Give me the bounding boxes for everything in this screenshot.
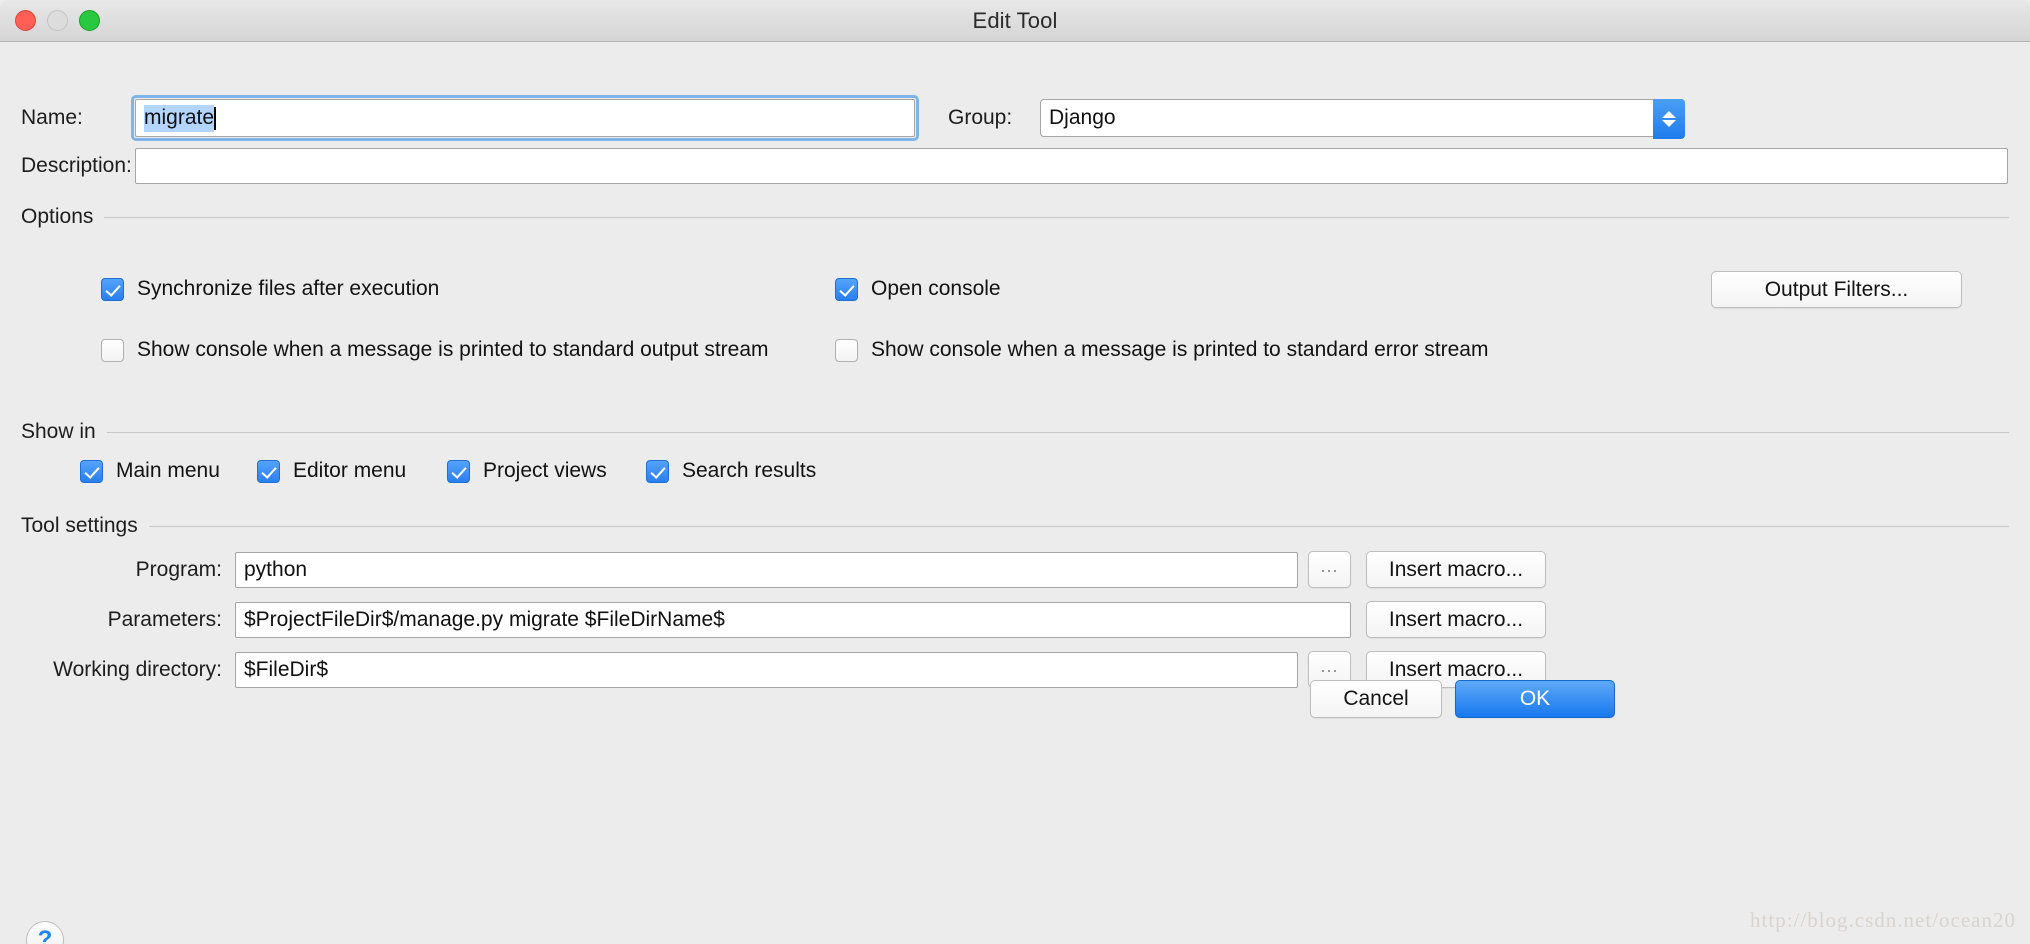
checkbox-box[interactable] (646, 459, 669, 483)
checkbox-label: Show console when a message is printed t… (137, 338, 769, 361)
checkbox-label: Synchronize files after execution (137, 277, 440, 300)
program-input[interactable]: python (235, 551, 1298, 588)
checkbox-main-menu[interactable]: Main menu (80, 459, 220, 483)
maximize-window-button[interactable] (79, 10, 100, 31)
name-input-wrapper: migrate (131, 95, 919, 141)
checkbox-box[interactable] (257, 459, 280, 483)
text-caret (214, 106, 217, 130)
working-directory-label: Working directory: (53, 657, 222, 681)
options-section-divider (104, 216, 2009, 218)
description-row: Description: (0, 148, 2030, 184)
checkbox-box[interactable] (101, 277, 124, 301)
checkbox-label: Editor menu (293, 459, 407, 482)
checkbox-editor-menu[interactable]: Editor menu (257, 459, 406, 483)
checkbox-box[interactable] (835, 338, 858, 362)
description-input[interactable] (135, 148, 2008, 184)
checkbox-box[interactable] (80, 459, 103, 483)
checkbox-search-results[interactable]: Search results (646, 459, 816, 483)
help-button[interactable]: ? (26, 921, 64, 944)
output-filters-button[interactable]: Output Filters... (1711, 271, 1962, 308)
checkbox-show-console-stdout[interactable]: Show console when a message is printed t… (101, 338, 769, 362)
tool-settings-section-divider (148, 525, 2009, 527)
checkbox-box[interactable] (101, 338, 124, 362)
group-stepper-icon[interactable] (1653, 99, 1685, 139)
checkbox-label: Open console (871, 277, 1001, 300)
checkbox-label: Search results (682, 459, 817, 482)
options-section-header: Options (21, 205, 2009, 229)
chevron-down-icon (1662, 120, 1676, 127)
show-in-section-header: Show in (21, 420, 2009, 444)
cancel-button[interactable]: Cancel (1310, 680, 1442, 718)
checkbox-open-console[interactable]: Open console (835, 277, 1001, 301)
show-in-section-divider (106, 431, 2009, 433)
parameters-label: Parameters: (107, 607, 222, 631)
checkbox-label: Project views (483, 459, 607, 482)
checkbox-label: Show console when a message is printed t… (871, 338, 1489, 361)
group-combobox[interactable]: Django (1040, 99, 1685, 139)
window-controls (15, 10, 100, 31)
ok-button[interactable]: OK (1455, 680, 1615, 718)
minimize-window-button[interactable] (47, 10, 68, 31)
name-input[interactable]: migrate (135, 99, 915, 137)
tool-settings-section-label: Tool settings (21, 514, 138, 537)
name-group-row: Name: migrate Group: Django (0, 95, 2030, 141)
checkbox-box[interactable] (447, 459, 470, 483)
close-window-button[interactable] (15, 10, 36, 31)
show-in-section-label: Show in (21, 420, 96, 443)
chevron-up-icon (1662, 111, 1676, 118)
program-insert-macro-button[interactable]: Insert macro... (1366, 551, 1546, 588)
checkbox-project-views[interactable]: Project views (447, 459, 607, 483)
checkbox-synchronize-files[interactable]: Synchronize files after execution (101, 277, 439, 301)
checkbox-label: Main menu (116, 459, 220, 482)
working-directory-row: Working directory: $FileDir$ ... Insert … (0, 651, 2030, 688)
parameters-row: Parameters: $ProjectFileDir$/manage.py m… (0, 601, 2030, 638)
parameters-input[interactable]: $ProjectFileDir$/manage.py migrate $File… (235, 601, 1351, 638)
question-mark-icon: ? (37, 926, 53, 944)
edit-tool-dialog: Edit Tool Name: migrate Group: Django De… (0, 0, 2030, 944)
program-browse-button[interactable]: ... (1308, 551, 1351, 588)
dialog-content: Name: migrate Group: Django Description:… (0, 42, 2030, 944)
checkbox-show-console-stderr[interactable]: Show console when a message is printed t… (835, 338, 1488, 362)
name-field-label: Name: (21, 106, 83, 129)
program-label: Program: (135, 557, 222, 581)
group-combobox-value: Django (1049, 106, 1116, 129)
options-section-label: Options (21, 205, 94, 228)
program-row: Program: python ... Insert macro... (0, 551, 2030, 588)
description-field-label: Description: (21, 154, 132, 177)
title-bar: Edit Tool (0, 0, 2030, 42)
tool-settings-section-header: Tool settings (21, 514, 2009, 538)
parameters-insert-macro-button[interactable]: Insert macro... (1366, 601, 1546, 638)
working-directory-input[interactable]: $FileDir$ (235, 651, 1298, 688)
checkbox-box[interactable] (835, 277, 858, 301)
group-field-label: Group: (948, 106, 1013, 129)
window-title: Edit Tool (972, 7, 1058, 33)
name-input-value: migrate (144, 104, 215, 132)
